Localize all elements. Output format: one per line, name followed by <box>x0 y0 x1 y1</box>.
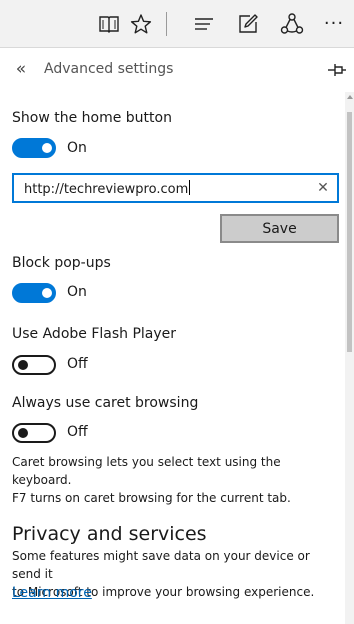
share-icon[interactable] <box>278 10 306 38</box>
book-icon[interactable] <box>95 10 123 38</box>
home-button-label: Show the home button <box>12 110 172 126</box>
more-menu-button[interactable]: ··· <box>320 10 348 38</box>
page-title: Advanced settings <box>44 61 174 77</box>
popups-state: On <box>67 284 87 300</box>
star-icon[interactable] <box>127 10 155 38</box>
text-caret <box>189 180 191 195</box>
caret-description: Caret browsing lets you select text usin… <box>12 453 342 507</box>
caret-description-line: Caret browsing lets you select text usin… <box>12 455 281 487</box>
caret-toggle[interactable] <box>12 423 56 443</box>
save-button[interactable]: Save <box>220 214 339 243</box>
hub-lines-icon[interactable] <box>190 10 218 38</box>
scroll-up-arrow-icon[interactable] <box>347 95 353 99</box>
flash-toggle[interactable] <box>12 355 56 375</box>
toggle-knob <box>18 428 28 438</box>
home-button-toggle[interactable] <box>12 138 56 158</box>
toggle-knob <box>42 288 52 298</box>
toolbar-divider <box>166 12 167 36</box>
home-url-value: http://techreviewpro.com <box>24 180 191 197</box>
caret-label: Always use caret browsing <box>12 395 199 411</box>
caret-description-line: F7 turns on caret browsing for the curre… <box>12 491 291 505</box>
toggle-knob <box>42 143 52 153</box>
pen-square-icon[interactable] <box>234 10 262 38</box>
learn-more-link[interactable]: Learn more <box>12 585 92 601</box>
back-button[interactable]: « <box>10 57 32 81</box>
privacy-description-line: Some features might save data on your de… <box>12 549 310 581</box>
caret-state: Off <box>67 424 88 440</box>
toggle-knob <box>18 360 28 370</box>
more-dots-icon: ··· <box>323 13 345 34</box>
popups-toggle[interactable] <box>12 283 56 303</box>
popups-label: Block pop-ups <box>12 255 111 271</box>
flash-label: Use Adobe Flash Player <box>12 326 177 342</box>
home-button-state: On <box>67 140 87 156</box>
clear-input-button[interactable]: ✕ <box>315 179 331 197</box>
home-url-input[interactable]: http://techreviewpro.com ✕ <box>12 173 339 203</box>
flash-state: Off <box>67 356 88 372</box>
pin-icon[interactable] <box>326 61 348 79</box>
browser-toolbar: ··· <box>0 0 354 48</box>
privacy-section-title: Privacy and services <box>12 523 207 545</box>
scrollbar-thumb[interactable] <box>347 112 352 352</box>
panel-header: « Advanced settings <box>0 48 354 92</box>
